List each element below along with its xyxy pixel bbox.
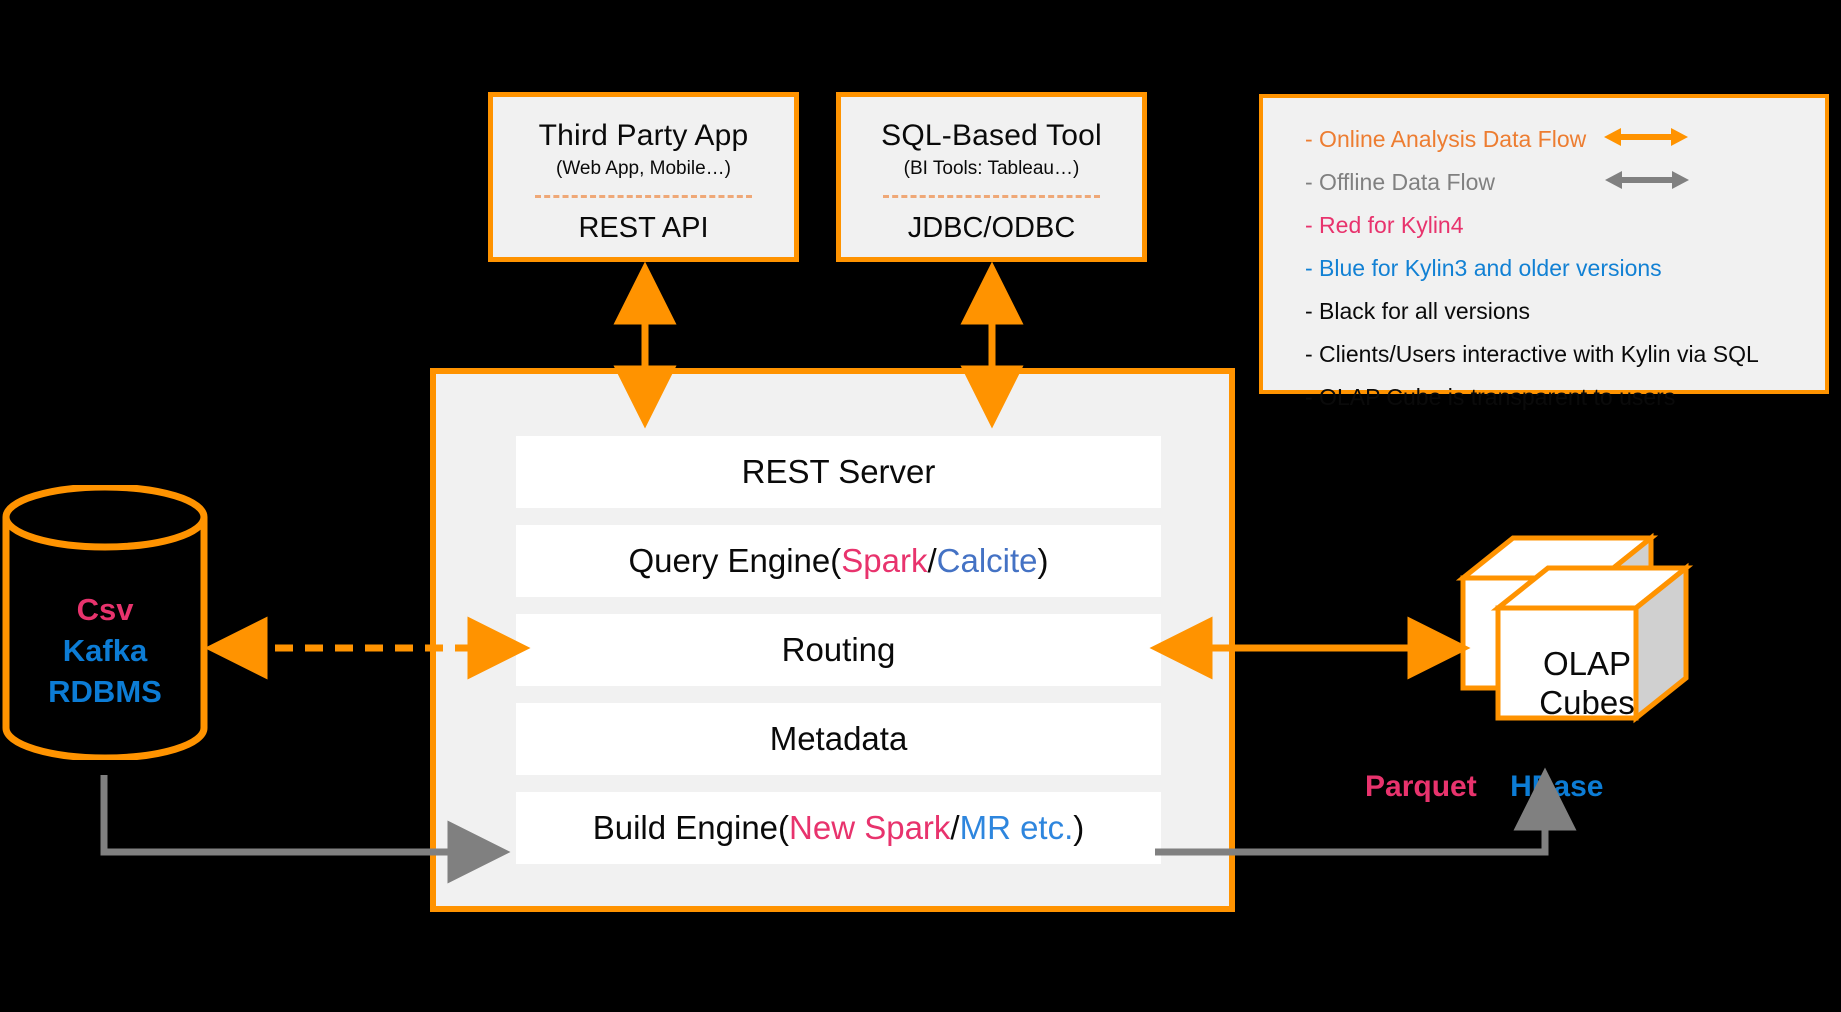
legend-label: - Offline Data Flow <box>1305 168 1496 195</box>
layer-routing[interactable]: Routing <box>516 614 1161 686</box>
legend-item-olap-cube-transparent: - OLAP Cube is transparent to users <box>1305 378 1825 416</box>
legend-item-online-analysis-data-flow: - Online Analysis Data Flow <box>1305 120 1825 158</box>
third-party-app-title: Third Party App <box>538 119 749 152</box>
legend-item-offline-data-flow: - Offline Data Flow <box>1305 163 1825 201</box>
sql-based-tool-box[interactable]: SQL-Based Tool (BI Tools: Tableau…) JDBC… <box>836 92 1147 262</box>
data-source-labels: Csv Kafka RDBMS <box>0 590 210 713</box>
layer-rest-server[interactable]: REST Server <box>516 436 1161 508</box>
storage-hbase-label: HBase <box>1510 770 1604 803</box>
legend-item-clients-users-sql: - Clients/Users interactive with Kylin v… <box>1305 335 1825 373</box>
sql-based-tool-title: SQL-Based Tool <box>881 119 1102 152</box>
layer-build-engine[interactable]: Build Engine(New Spark/MR etc.) <box>516 792 1161 864</box>
third-party-app-subtitle: (Web App, Mobile…) <box>556 158 731 179</box>
storage-format-labels: Parquet HBase <box>1365 770 1603 804</box>
legend-label: - Blue for Kylin3 and older versions <box>1305 254 1662 281</box>
legend-panel: - Online Analysis Data Flow - Offline Da… <box>1259 94 1829 410</box>
third-party-app-api-label: REST API <box>578 212 709 244</box>
layer-query-engine-label: Query Engine(Spark/Calcite) <box>628 542 1049 579</box>
olap-cubes-label: OLAP Cubes <box>1492 645 1682 723</box>
olap-label-line1: OLAP <box>1542 645 1632 682</box>
kylin-core-container: REST Server Query Engine(Spark/Calcite) … <box>430 368 1235 912</box>
storage-parquet-label: Parquet <box>1365 770 1477 803</box>
legend-item-red-for-kylin4: - Red for Kylin4 <box>1305 206 1825 244</box>
diagram-canvas: Third Party App (Web App, Mobile…) REST … <box>0 0 1841 1012</box>
legend-label: - Clients/Users interactive with Kylin v… <box>1305 340 1759 367</box>
sql-based-tool-api-label: JDBC/ODBC <box>907 212 1076 244</box>
orange-double-arrow-icon <box>1604 125 1689 154</box>
olap-label-line2: Cubes <box>1539 683 1635 721</box>
source-line-kafka: Kafka <box>62 632 148 668</box>
legend-label: - Red for Kylin4 <box>1305 211 1464 238</box>
layer-build-engine-label: Build Engine(New Spark/MR etc.) <box>592 809 1085 846</box>
divider-dashed <box>535 195 752 198</box>
source-line-rdbms: RDBMS <box>48 673 162 709</box>
legend-label: - Black for all versions <box>1305 297 1530 324</box>
sql-based-tool-subtitle: (BI Tools: Tableau…) <box>903 158 1080 179</box>
divider-dashed <box>883 195 1100 198</box>
layer-routing-label: Routing <box>781 631 896 668</box>
legend-item-black-for-all-versions: - Black for all versions <box>1305 292 1825 330</box>
third-party-app-box[interactable]: Third Party App (Web App, Mobile…) REST … <box>488 92 799 262</box>
legend-label: - Online Analysis Data Flow <box>1305 125 1587 152</box>
layer-rest-server-label: REST Server <box>741 453 936 490</box>
layer-query-engine[interactable]: Query Engine(Spark/Calcite) <box>516 525 1161 597</box>
legend-item-blue-for-kylin3: - Blue for Kylin3 and older versions <box>1305 249 1825 287</box>
source-line-csv: Csv <box>76 592 134 627</box>
legend-label: - OLAP Cube is transparent to users <box>1305 383 1676 410</box>
layer-metadata-label: Metadata <box>769 720 908 757</box>
layer-metadata[interactable]: Metadata <box>516 703 1161 775</box>
gray-double-arrow-icon <box>1605 168 1690 197</box>
